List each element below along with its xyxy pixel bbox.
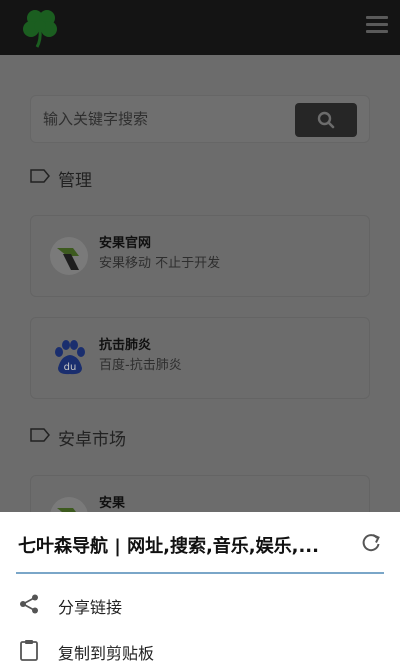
card-title: 安果 xyxy=(99,496,126,511)
section-header-manage: 管理 xyxy=(30,163,230,193)
card-description: 百度-抗击肺炎 xyxy=(99,358,182,373)
section-label: 安卓市场 xyxy=(58,430,126,450)
tag-icon xyxy=(30,428,50,442)
search-icon xyxy=(317,111,335,129)
clover-logo-icon[interactable] xyxy=(18,4,64,50)
hamburger-menu-icon[interactable] xyxy=(366,16,388,34)
menu-item-label: 分享链接 xyxy=(58,598,123,617)
anguo-logo-icon xyxy=(50,237,88,275)
menu-item-label: 复制到剪贴板 xyxy=(58,644,155,663)
card-description: 安果移动 不止于开发 xyxy=(99,256,221,271)
section-header-android-market: 安卓市场 xyxy=(30,422,230,452)
card-title: 安果官网 xyxy=(99,236,152,251)
site-card[interactable]: 安果官网 安果移动 不止于开发 xyxy=(30,215,370,297)
share-icon xyxy=(20,594,38,614)
sheet-page-title: 七叶森导航 | 网址,搜索,音乐,娱乐,... xyxy=(18,536,319,557)
section-label: 管理 xyxy=(58,171,92,191)
search-button[interactable] xyxy=(295,103,357,137)
search-bar: 输入关键字搜索 xyxy=(30,95,370,143)
clipboard-icon xyxy=(20,640,38,661)
menu-item-copy-clipboard[interactable]: 复制到剪贴板 xyxy=(0,628,400,666)
svg-text:du: du xyxy=(64,362,77,373)
title-divider xyxy=(16,572,384,574)
share-bottom-sheet: 七叶森导航 | 网址,搜索,音乐,娱乐,... 分享链接 复制到剪贴板 xyxy=(0,512,400,666)
card-title: 抗击肺炎 xyxy=(99,338,152,353)
site-card[interactable]: du 抗击肺炎 百度-抗击肺炎 xyxy=(30,317,370,399)
baidu-paw-icon: du xyxy=(55,340,85,375)
search-input[interactable]: 输入关键字搜索 xyxy=(43,96,148,142)
top-bar xyxy=(0,0,400,55)
refresh-icon[interactable] xyxy=(360,532,382,554)
tag-icon xyxy=(30,169,50,183)
menu-item-share-link[interactable]: 分享链接 xyxy=(0,582,400,626)
